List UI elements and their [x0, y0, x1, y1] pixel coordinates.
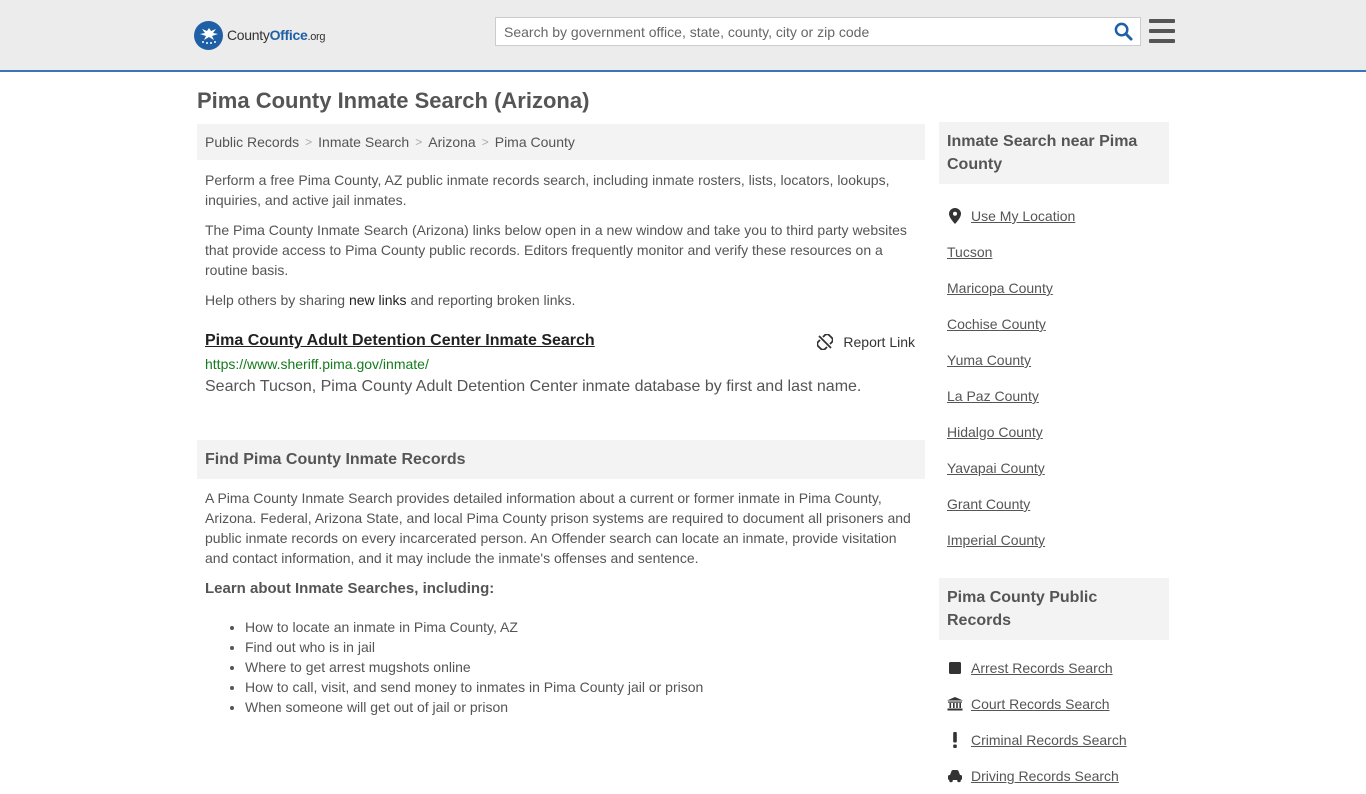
find-records-paragraph: A Pima County Inmate Search provides det…: [205, 490, 911, 566]
breadcrumb-separator: >: [481, 135, 489, 149]
list-item: Maricopa County: [947, 270, 1169, 306]
intro-paragraph: Perform a free Pima County, AZ public in…: [205, 172, 890, 208]
learn-heading: Learn about Inmate Searches, including:: [205, 580, 495, 597]
breadcrumb-pima-county[interactable]: Pima County: [495, 134, 575, 150]
car-icon: [947, 768, 963, 784]
arrest-records-link[interactable]: Arrest Records Search: [971, 660, 1113, 676]
list-item: Hidalgo County: [947, 414, 1169, 450]
criminal-records-link[interactable]: Criminal Records Search: [971, 732, 1127, 748]
list-item: Where to get arrest mugshots online: [245, 657, 925, 677]
list-item: How to call, visit, and send money to in…: [245, 677, 925, 697]
list-item: Arrest Records Search: [947, 650, 1169, 686]
result-description: Search Tucson, Pima County Adult Detenti…: [205, 378, 862, 395]
list-item: Find out who is in jail: [245, 637, 925, 657]
nearby-link-hidalgo[interactable]: Hidalgo County: [947, 424, 1043, 440]
broken-link-icon: [817, 334, 834, 350]
logo-text: CountyOffice.org: [227, 27, 326, 43]
nearby-heading: Inmate Search near Pima County: [939, 122, 1169, 184]
nearby-link-tucson[interactable]: Tucson: [947, 244, 992, 260]
nearby-link-grant[interactable]: Grant County: [947, 496, 1030, 512]
result-title-link[interactable]: Pima County Adult Detention Center Inmat…: [205, 330, 595, 352]
nearby-list: Use My Location Tucson Maricopa County C…: [939, 198, 1169, 558]
breadcrumb-public-records[interactable]: Public Records: [205, 134, 299, 150]
public-records-list: Arrest Records Search Court Records Sear…: [939, 650, 1169, 794]
site-header: CountyOffice.org: [0, 0, 1366, 72]
courthouse-icon: [947, 696, 963, 712]
breadcrumb: Public Records > Inmate Search > Arizona…: [197, 124, 925, 160]
list-item: Imperial County: [947, 522, 1169, 558]
search-bar: [495, 17, 1141, 46]
search-input[interactable]: [496, 18, 1106, 45]
list-item: Cochise County: [947, 306, 1169, 342]
use-my-location-link[interactable]: Use My Location: [971, 208, 1075, 224]
list-item: Tucson: [947, 234, 1169, 270]
use-location-item: Use My Location: [947, 198, 1169, 234]
map-pin-icon: [947, 208, 963, 224]
find-records-heading: Find Pima County Inmate Records: [197, 440, 925, 479]
list-item: Court Records Search: [947, 686, 1169, 722]
nearby-link-yuma[interactable]: Yuma County: [947, 352, 1031, 368]
page-title: Pima County Inmate Search (Arizona): [197, 88, 590, 113]
breadcrumb-inmate-search[interactable]: Inmate Search: [318, 134, 409, 150]
result-url: https://www.sheriff.pima.gov/inmate/: [205, 356, 429, 372]
breadcrumb-separator: >: [415, 135, 423, 149]
main-content: Public Records > Inmate Search > Arizona…: [197, 124, 925, 717]
list-item: La Paz County: [947, 378, 1169, 414]
public-records-heading: Pima County Public Records: [939, 578, 1169, 640]
list-item: Criminal Records Search: [947, 722, 1169, 758]
list-item: When someone will get out of jail or pri…: [245, 697, 925, 717]
list-item: How to locate an inmate in Pima County, …: [245, 617, 925, 637]
share-links-paragraph: Help others by sharing new links and rep…: [205, 292, 576, 308]
report-link-button[interactable]: Report Link: [817, 334, 915, 350]
list-item: Driving Records Search: [947, 758, 1169, 794]
hamburger-menu-icon[interactable]: [1149, 18, 1175, 44]
square-icon: [947, 660, 963, 676]
eagle-seal-icon: [194, 20, 223, 50]
nearby-link-imperial[interactable]: Imperial County: [947, 532, 1045, 548]
nearby-link-cochise[interactable]: Cochise County: [947, 316, 1046, 332]
report-link-label: Report Link: [843, 334, 915, 350]
nearby-link-maricopa[interactable]: Maricopa County: [947, 280, 1053, 296]
disclaimer-paragraph: The Pima County Inmate Search (Arizona) …: [205, 222, 907, 278]
sidebar: Inmate Search near Pima County Use My Lo…: [939, 122, 1169, 794]
list-item: Yavapai County: [947, 450, 1169, 486]
nearby-link-la-paz[interactable]: La Paz County: [947, 388, 1039, 404]
breadcrumb-arizona[interactable]: Arizona: [428, 134, 475, 150]
court-records-link[interactable]: Court Records Search: [971, 696, 1110, 712]
search-icon[interactable]: [1106, 18, 1140, 45]
list-item: Grant County: [947, 486, 1169, 522]
search-result: Pima County Adult Detention Center Inmat…: [197, 330, 925, 398]
exclamation-icon: [947, 732, 963, 748]
breadcrumb-separator: >: [305, 135, 313, 149]
driving-records-link[interactable]: Driving Records Search: [971, 768, 1119, 784]
learn-list: How to locate an inmate in Pima County, …: [197, 617, 925, 717]
nearby-link-yavapai[interactable]: Yavapai County: [947, 460, 1045, 476]
site-logo[interactable]: CountyOffice.org: [194, 20, 326, 50]
list-item: Yuma County: [947, 342, 1169, 378]
new-links-link[interactable]: new links: [349, 292, 407, 308]
